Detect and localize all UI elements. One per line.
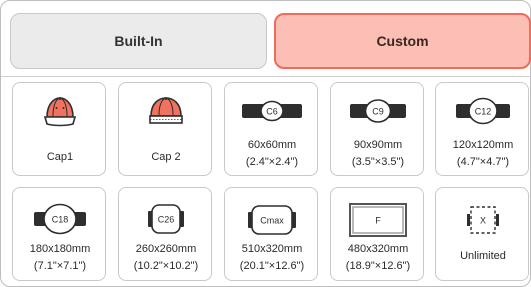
divider (1, 76, 531, 77)
hoop-label: Cap 2 (151, 151, 181, 163)
tab-custom[interactable]: Custom (274, 13, 531, 69)
hoop-size-inch: (20.1"×12.6") (239, 260, 305, 272)
hoop-size-mm: 60x60mm (247, 139, 297, 151)
svg-text:C26: C26 (158, 215, 175, 225)
hoop-c26-icon: C26 (119, 198, 213, 242)
hoop-tile-f[interactable]: F 480x320mm (18.9"×12.6") (330, 187, 424, 281)
hoop-size-inch: (10.2"×10.2") (133, 260, 199, 272)
hoop-size-inch: (3.5"×3.5") (351, 156, 405, 168)
svg-text:C6: C6 (266, 107, 278, 117)
svg-text:C18: C18 (52, 215, 69, 225)
hoop-size-mm: 510x320mm (241, 243, 303, 255)
svg-text:F: F (375, 216, 381, 226)
hoop-size-mm: 90x90mm (353, 139, 403, 151)
hoop-label: Unlimited (460, 250, 506, 262)
hoop-label: Cap1 (46, 151, 74, 163)
hoop-tile-cap1[interactable]: Cap1 (12, 82, 106, 176)
hoop-tile-cmax[interactable]: Cmax 510x320mm (20.1"×12.6") (224, 187, 318, 281)
hoop-tile-c9[interactable]: C9 90x90mm (3.5"×3.5") (330, 82, 424, 176)
svg-text:C9: C9 (372, 107, 384, 117)
hoop-type-tabs: Built-In Custom (10, 13, 531, 69)
hoop-c6-icon: C6 (225, 89, 319, 133)
svg-text:X: X (480, 216, 486, 226)
hoop-selection-panel: Built-In Custom Cap1 Cap 2 C6 60x60mm (2… (0, 0, 531, 287)
hoop-tile-cap2[interactable]: Cap 2 (118, 82, 212, 176)
hoop-f-icon: F (331, 198, 425, 242)
cap-front-icon (13, 89, 107, 133)
hoop-tile-unlimited[interactable]: X Unlimited (435, 187, 529, 281)
hoop-size-inch: (7.1"×7.1") (33, 260, 87, 272)
hoop-size-mm: 120x120mm (452, 139, 514, 151)
hoop-size-mm: 180x180mm (29, 243, 91, 255)
hoop-size-mm: 480x320mm (347, 243, 409, 255)
tab-built-in[interactable]: Built-In (10, 13, 267, 69)
hoop-unlimited-icon: X (436, 198, 530, 242)
hoop-tile-c6[interactable]: C6 60x60mm (2.4"×2.4") (224, 82, 318, 176)
hoop-tile-c18[interactable]: C18 180x180mm (7.1"×7.1") (12, 187, 106, 281)
hoop-c9-icon: C9 (331, 89, 425, 133)
hoop-tile-c26[interactable]: C26 260x260mm (10.2"×10.2") (118, 187, 212, 281)
svg-text:Cmax: Cmax (260, 216, 284, 226)
svg-text:C12: C12 (475, 107, 492, 117)
hoop-c12-icon: C12 (436, 89, 530, 133)
hoop-size-inch: (2.4"×2.4") (245, 156, 299, 168)
hoop-size-mm: 260x260mm (135, 243, 197, 255)
hoop-size-inch: (4.7"×4.7") (456, 156, 510, 168)
hoop-cmax-icon: Cmax (225, 198, 319, 242)
hoop-size-inch: (18.9"×12.6") (345, 260, 411, 272)
hoop-tile-c12[interactable]: C12 120x120mm (4.7"×4.7") (435, 82, 529, 176)
hoop-c18-icon: C18 (13, 198, 107, 242)
cap-back-icon (119, 89, 213, 133)
